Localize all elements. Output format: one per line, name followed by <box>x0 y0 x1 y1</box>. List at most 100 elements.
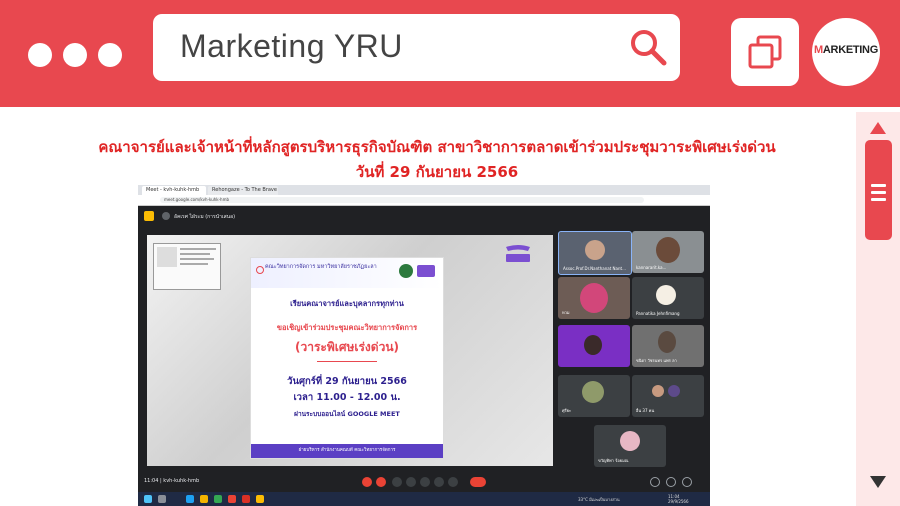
more-icon[interactable] <box>448 477 458 487</box>
seal-icon <box>399 264 413 278</box>
participant-name: kannararit.ka... <box>636 265 667 270</box>
mic-icon[interactable] <box>362 477 372 487</box>
meet-header: อัคเรศ ไฝ่ระม (การนำเสนอ) <box>138 206 710 228</box>
scrollbar[interactable] <box>856 112 900 506</box>
avatar <box>652 385 664 397</box>
article-title-line1: คณาจารย์และเจ้าหน้าที่หลักสูตรบริหารธุรก… <box>98 138 776 156</box>
poster-line-4: วันศุกร์ที่ 29 กันยายน 2566 <box>287 376 407 387</box>
participant-tile[interactable]: Assoc.Prof.Dr.Nanthanat Nant... <box>558 231 632 275</box>
weather-text: 33°C มีเมฆเป็นบางส่วน <box>578 497 620 502</box>
windows-start-icon[interactable] <box>144 495 152 503</box>
avatar <box>656 285 676 305</box>
folder-icon[interactable] <box>200 495 208 503</box>
camera-icon[interactable] <box>376 477 386 487</box>
participant-name: Assoc.Prof.Dr.Nanthanat Nant... <box>563 266 626 271</box>
emoji-icon[interactable] <box>406 477 416 487</box>
fms-logo <box>506 245 530 262</box>
url-bar: meet.google.com/kvh-kuhk-hmb <box>138 195 710 206</box>
meeting-time: 11:04 | kvh-kuhk-hmb <box>144 478 200 484</box>
thumbnail-icon <box>157 247 177 267</box>
poster-header-text: คณะวิทยาการจัดการ มหาวิทยาลัยราชภัฏยะลา <box>265 264 377 270</box>
meeting-controls: 11:04 | kvh-kuhk-hmb <box>138 472 710 492</box>
poster-line-1: เรียนคณาจารย์และบุคลากรทุกท่าน <box>290 299 404 308</box>
menu-dot-3[interactable] <box>98 43 122 67</box>
poster-line-2: ขอเชิญเข้าร่วมประชุมคณะวิทยาการจัดการ <box>276 323 418 332</box>
menu-dot-1[interactable] <box>28 43 52 67</box>
participant-name: ขวัญทิพา ร้อยมณ <box>598 458 629 463</box>
poster-footer: ฝ่ายบริหาร สำนักงานคณบดี คณะวิทยาการจัดก… <box>251 444 443 458</box>
search-icon[interactable] <box>158 495 166 503</box>
avatar <box>580 283 608 313</box>
meeting-poster: คณะวิทยาการจัดการ มหาวิทยาลัยราชภัฏยะลา … <box>250 257 444 459</box>
participant-tile[interactable]: ขวัญทิพา ร้อยมณ <box>594 425 666 467</box>
avatar <box>668 385 680 397</box>
clock: 11:04 29/9/2566 <box>668 494 689 504</box>
participant-tile[interactable]: หวม <box>558 277 630 319</box>
avatar <box>658 331 676 353</box>
presenter-avatar <box>162 212 170 220</box>
scroll-up-icon[interactable] <box>870 122 886 134</box>
logo-text: MARKETING <box>814 44 878 56</box>
captions-icon[interactable] <box>392 477 402 487</box>
thumbnail-line <box>180 258 214 260</box>
fms-icon <box>417 265 435 277</box>
search-input[interactable]: Marketing YRU <box>180 28 403 65</box>
poster-header: คณะวิทยาการจัดการ มหาวิทยาลัยราชภัฏยะลา <box>251 258 443 288</box>
poster-line-3: (วาระพิเศษเร่งด่วน) <box>294 340 399 354</box>
present-icon <box>144 211 154 221</box>
avatar <box>620 431 640 451</box>
end-call-button[interactable] <box>470 477 486 487</box>
browser-tabs: Meet - kvh-kuhk-hmb Rehongaze - To The B… <box>138 185 710 195</box>
participant-name: Pannatika Jehnfimang <box>636 311 680 316</box>
header-bar: Marketing YRU MARKETING <box>0 0 900 107</box>
menu-dot-2[interactable] <box>63 43 87 67</box>
presenter-label: อัคเรศ ไฝ่ระม (การนำเสนอ) <box>174 214 236 220</box>
avatar <box>584 335 602 355</box>
scroll-down-icon[interactable] <box>870 476 886 488</box>
scrollbar-thumb[interactable] <box>865 140 892 240</box>
presentation-area: คณะวิทยาการจัดการ มหาวิทยาลัยราชภัฏยะลา … <box>147 235 553 466</box>
participant-tile[interactable]: Pannatika Jehnfimang <box>632 277 704 319</box>
avatar <box>582 381 604 403</box>
participant-tile[interactable]: อื่น 37 คน <box>632 375 704 417</box>
thumbnail-line <box>180 248 216 250</box>
participant-name: ศุรียะ <box>562 408 572 413</box>
chat-icon[interactable] <box>682 477 692 487</box>
thumbnail-line <box>180 253 210 255</box>
app-icon[interactable] <box>242 495 250 503</box>
windows-taskbar: 33°C มีเมฆเป็นบางส่วน 11:04 29/9/2566 <box>138 492 710 506</box>
copy-icon <box>748 35 782 69</box>
hand-icon[interactable] <box>434 477 444 487</box>
poster-divider <box>317 361 377 362</box>
chrome-icon[interactable] <box>214 495 222 503</box>
present-screen-icon[interactable] <box>420 477 430 487</box>
participant-name: อื่น 37 คน <box>636 408 655 413</box>
browser-tab: Meet - kvh-kuhk-hmb <box>142 186 206 195</box>
browser-tab: Rehongaze - To The Brave <box>208 186 278 195</box>
thumbnail-panel <box>153 243 221 290</box>
participant-tile[interactable] <box>558 325 630 367</box>
search-icon[interactable] <box>628 27 668 67</box>
participant-tile[interactable]: kannararit.ka... <box>632 231 704 273</box>
poster-line-5: เวลา 11.00 - 12.00 น. <box>293 392 401 403</box>
copy-button[interactable] <box>731 18 799 86</box>
marketing-logo[interactable]: MARKETING <box>812 18 880 86</box>
avatar <box>656 237 680 263</box>
hamburger-icon <box>871 184 886 205</box>
participant-tile[interactable]: ศุรียะ <box>558 375 630 417</box>
app-icon[interactable] <box>256 495 264 503</box>
app-icon[interactable] <box>228 495 236 503</box>
url-text: meet.google.com/kvh-kuhk-hmb <box>160 197 644 203</box>
info-icon[interactable] <box>650 477 660 487</box>
avatar <box>585 240 605 260</box>
circle-icon <box>256 266 264 274</box>
thumbnail-line <box>180 263 208 265</box>
poster-line-6: ผ่านระบบออนไลน์ GOOGLE MEET <box>294 410 400 418</box>
meeting-screenshot: Meet - kvh-kuhk-hmb Rehongaze - To The B… <box>138 185 710 506</box>
edge-icon[interactable] <box>186 495 194 503</box>
participant-name: หวม <box>562 310 570 315</box>
participant-tile[interactable]: ชนิดา วัชรนทร แพร ลา <box>632 325 704 367</box>
search-box[interactable]: Marketing YRU <box>153 14 680 81</box>
people-icon[interactable] <box>666 477 676 487</box>
participant-name: ชนิดา วัชรนทร แพร ลา <box>636 358 677 363</box>
